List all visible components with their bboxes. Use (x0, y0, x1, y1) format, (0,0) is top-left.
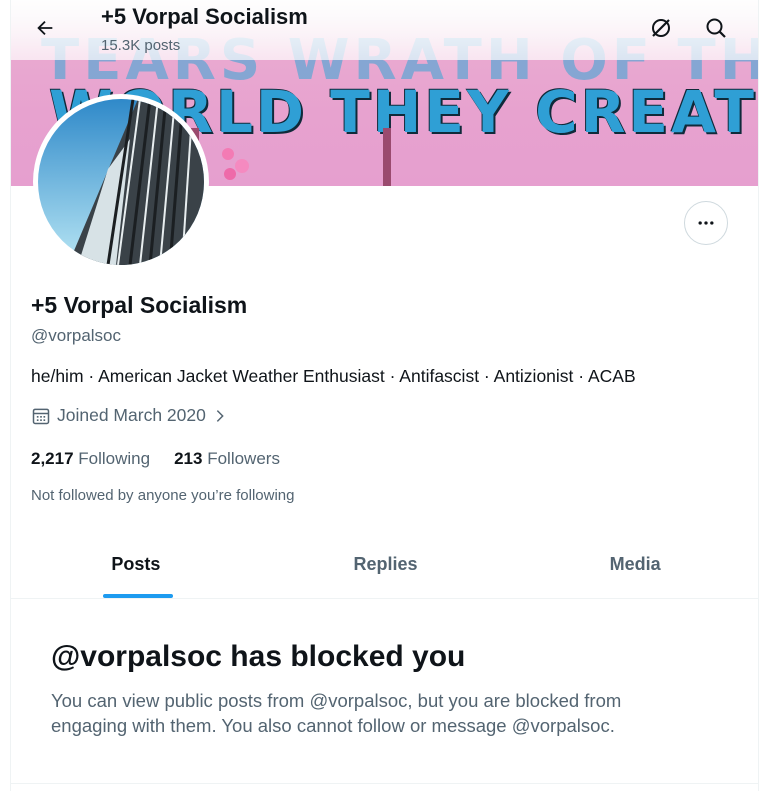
bio: he/him · American Jacket Weather Enthusi… (31, 366, 636, 386)
tab-posts[interactable]: Posts (11, 530, 261, 598)
tab-replies[interactable]: Replies (261, 530, 511, 598)
header-post-count: 15.3K posts (101, 37, 181, 54)
banner-post (383, 128, 391, 186)
followers-count: 213 (174, 449, 203, 468)
blocked-message: You can view public posts from @vorpalso… (51, 690, 622, 736)
search-button[interactable] (700, 12, 732, 44)
grok-icon (652, 19, 670, 37)
avatar-image (38, 99, 204, 265)
chevron-right-icon (216, 409, 224, 422)
tab-media[interactable]: Media (510, 530, 758, 598)
profile-page: TEARS WRATH OF THE WORLD THEY CREATED. +… (10, 0, 759, 791)
following-label: Following (78, 449, 151, 468)
search-icon (706, 18, 726, 38)
back-button[interactable] (29, 12, 61, 44)
back-arrow-icon (37, 20, 53, 36)
tab-label: Replies (353, 553, 418, 574)
handle: @vorpalsoc (31, 326, 122, 345)
more-options-button[interactable] (684, 201, 728, 245)
active-tab-indicator (102, 594, 173, 598)
header-title: +5 Vorpal Socialism (101, 4, 308, 29)
banner-flowers (222, 148, 249, 180)
avatar[interactable] (33, 94, 209, 270)
grok-button[interactable] (645, 12, 677, 44)
blocked-title: @vorpalsoc has blocked you (51, 640, 466, 673)
divider (11, 783, 758, 784)
follow-stats: 2,217 Following 213 Followers (31, 449, 280, 469)
profile-tabs: Posts Replies Media (11, 530, 758, 599)
more-icon (698, 221, 714, 225)
followers-link[interactable]: 213 Followers (174, 449, 280, 469)
calendar-icon (32, 408, 50, 424)
followers-label: Followers (207, 449, 280, 468)
following-link[interactable]: 2,217 Following (31, 449, 150, 469)
joined-label: Joined March 2020 (57, 405, 206, 425)
display-name: +5 Vorpal Socialism (31, 292, 248, 318)
top-header: +5 Vorpal Socialism 15.3K posts (11, 0, 758, 60)
following-count: 2,217 (31, 449, 74, 468)
tab-label: Posts (111, 553, 161, 574)
joined-date[interactable]: Joined March 2020 (31, 405, 228, 426)
tab-label: Media (609, 553, 661, 574)
not-followed-notice: Not followed by anyone you’re following (31, 487, 295, 504)
